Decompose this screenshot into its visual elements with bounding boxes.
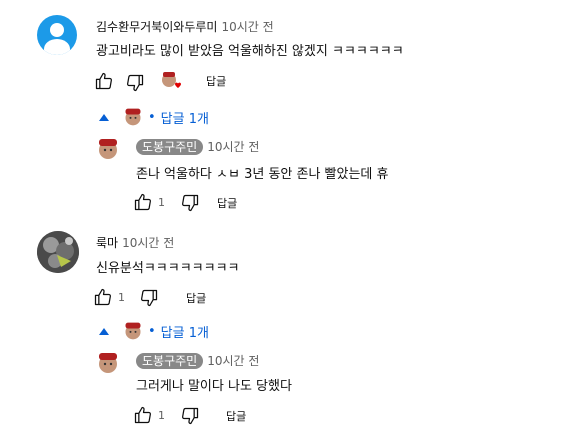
thumbs-down-icon[interactable] (125, 73, 145, 93)
thumbs-up-icon[interactable] (93, 287, 113, 307)
comment-time[interactable]: 10시간 전 (122, 236, 174, 250)
like-count: 1 (118, 291, 125, 304)
separator-dot: • (148, 109, 156, 125)
comment-author[interactable]: 김수환무거북이와두루미 10시간 전 (96, 18, 274, 35)
comment-text: 광고비라도 많이 받았음 억울해하진 않겠지 ㅋㅋㅋㅋㅋㅋ (96, 44, 404, 59)
author-name[interactable]: 김수환무거북이와두루미 (96, 20, 217, 34)
reply-text: 존나 억울하다 ㅅㅂ 3년 동안 존나 빨았는데 휴 (136, 167, 389, 182)
reply-text: 그러게나 말이다 나도 당했다 (136, 379, 292, 394)
comment-author[interactable]: 룩마 10시간 전 (96, 234, 174, 251)
thumbs-up-icon[interactable] (133, 405, 153, 425)
reply-time[interactable]: 10시간 전 (207, 354, 259, 368)
reply-button[interactable]: 답글 (206, 73, 226, 89)
author-name[interactable]: 룩마 (96, 236, 118, 250)
reply-button[interactable]: 답글 (226, 408, 246, 424)
creator-avatar-icon (125, 322, 141, 340)
creator-heart-icon (162, 72, 181, 88)
user-avatar[interactable] (37, 15, 77, 55)
like-count: 1 (158, 409, 165, 422)
comment-text: 신유분석ㅋㅋㅋㅋㅋㅋㅋㅋ (96, 261, 240, 276)
view-replies-button[interactable]: • 답글 1개 (99, 107, 209, 127)
thumbs-down-icon[interactable] (180, 193, 200, 213)
reply-avatar[interactable] (96, 137, 120, 161)
like-count: 1 (158, 196, 165, 209)
reply-time[interactable]: 10시간 전 (207, 140, 259, 154)
user-avatar[interactable] (37, 231, 79, 273)
reply-button[interactable]: 답글 (217, 195, 237, 211)
comment-time[interactable]: 10시간 전 (221, 20, 273, 34)
replies-count-label[interactable]: 답글 1개 (161, 108, 209, 127)
creator-chip[interactable]: 도봉구주민 (136, 139, 204, 155)
replies-count-label[interactable]: 답글 1개 (161, 322, 209, 341)
reply-author[interactable]: 도봉구주민 10시간 전 (136, 138, 259, 155)
caret-up-icon (99, 113, 109, 121)
caret-up-icon (99, 327, 109, 335)
reply-button[interactable]: 답글 (186, 290, 206, 306)
thumbs-up-icon[interactable] (94, 71, 114, 91)
view-replies-button[interactable]: • 답글 1개 (99, 321, 209, 341)
reply-avatar[interactable] (96, 351, 120, 375)
creator-avatar-icon (125, 108, 141, 126)
thumbs-down-icon[interactable] (180, 406, 200, 426)
separator-dot: • (148, 323, 156, 339)
thumbs-up-icon[interactable] (133, 192, 153, 212)
creator-chip[interactable]: 도봉구주민 (136, 353, 204, 369)
thumbs-down-icon[interactable] (139, 288, 159, 308)
reply-author[interactable]: 도봉구주민 10시간 전 (136, 352, 259, 369)
